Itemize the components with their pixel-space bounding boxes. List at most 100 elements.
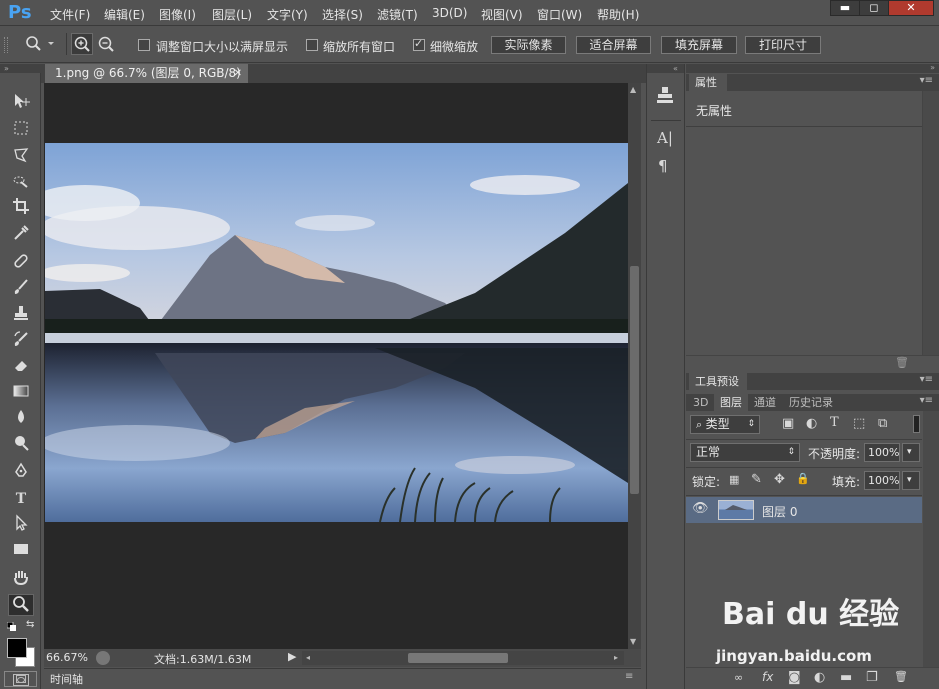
timeline-menu-icon[interactable]: ≡ bbox=[625, 671, 633, 682]
gradient-tool-icon[interactable] bbox=[8, 382, 34, 404]
zoom-out-icon[interactable] bbox=[96, 34, 116, 57]
menu-window[interactable]: 窗口(W) bbox=[537, 6, 582, 23]
opacity-input[interactable]: 100% bbox=[864, 443, 900, 462]
link-layers-icon[interactable]: ∞ bbox=[734, 671, 743, 684]
lasso-tool-icon[interactable] bbox=[8, 146, 34, 168]
status-menu-arrow-icon[interactable]: ▶ bbox=[288, 650, 296, 663]
minimize-button[interactable]: ▬ bbox=[830, 0, 860, 16]
document-tab[interactable]: 1.png @ 66.7% (图层 0, RGB/8) ✕ bbox=[45, 64, 248, 83]
menu-filter[interactable]: 滤镜(T) bbox=[377, 6, 418, 23]
properties-menu-icon[interactable]: ▾≡ bbox=[920, 75, 933, 86]
pen-tool-icon[interactable] bbox=[8, 462, 34, 484]
zoom-tool-preset-icon[interactable] bbox=[24, 34, 54, 57]
zoom-all-windows-checkbox[interactable] bbox=[306, 39, 318, 51]
tool-presets-menu-icon[interactable]: ▾≡ bbox=[920, 374, 933, 385]
smart-object-filter-icon[interactable]: ⧉ bbox=[878, 416, 887, 431]
menu-file[interactable]: 文件(F) bbox=[50, 6, 90, 23]
fill-screen-button[interactable]: 填充屏幕 bbox=[661, 36, 737, 54]
zoom-level[interactable]: 66.67% bbox=[46, 651, 88, 664]
lock-all-icon[interactable]: 🔒 bbox=[796, 472, 810, 485]
history-brush-tool-icon[interactable] bbox=[8, 330, 34, 352]
fill-input[interactable]: 100% bbox=[864, 471, 900, 490]
character-panel-icon[interactable]: A| bbox=[657, 129, 673, 147]
layers-scrollbar[interactable] bbox=[923, 411, 939, 667]
layer-style-icon[interactable]: fx bbox=[762, 670, 773, 684]
actual-pixels-button[interactable]: 实际像素 bbox=[491, 36, 566, 54]
clone-source-icon[interactable] bbox=[656, 86, 674, 108]
scrubby-zoom-checkbox[interactable] bbox=[413, 37, 425, 51]
menu-3d[interactable]: 3D(D) bbox=[432, 6, 467, 20]
new-group-icon[interactable]: ▬ bbox=[840, 670, 852, 685]
filter-toggle-switch[interactable] bbox=[913, 415, 920, 433]
timeline-tab[interactable]: 时间轴 bbox=[50, 671, 83, 687]
visibility-eye-icon[interactable]: 👁 bbox=[692, 501, 709, 516]
properties-tab[interactable]: 属性 bbox=[689, 74, 727, 91]
tool-presets-tab[interactable]: 工具预设 bbox=[689, 373, 747, 390]
zoom-in-icon[interactable] bbox=[71, 33, 93, 55]
shape-filter-icon[interactable]: ⬚ bbox=[853, 416, 865, 431]
collapse-panel-icon[interactable]: » bbox=[930, 63, 935, 72]
canvas-area[interactable] bbox=[44, 83, 628, 649]
type-tool-icon[interactable]: T bbox=[8, 488, 34, 510]
blur-tool-icon[interactable] bbox=[8, 408, 34, 430]
print-size-button[interactable]: 打印尺寸 bbox=[745, 36, 821, 54]
lock-position-icon[interactable]: ✥ bbox=[774, 472, 785, 487]
delete-layer-icon[interactable]: 🗑 bbox=[894, 670, 908, 683]
paragraph-panel-icon[interactable]: ¶ bbox=[658, 157, 668, 175]
type-filter-icon[interactable]: T bbox=[830, 415, 839, 430]
blend-mode-select[interactable]: 正常 ⇕ bbox=[690, 443, 800, 462]
hand-tool-icon[interactable] bbox=[8, 568, 34, 590]
add-mask-icon[interactable]: ◙ bbox=[788, 670, 801, 685]
expand-panels-icon[interactable]: « bbox=[647, 64, 684, 73]
tab-history[interactable]: 历史记录 bbox=[784, 394, 840, 411]
healing-brush-tool-icon[interactable] bbox=[8, 252, 34, 274]
horizontal-scrollbar[interactable]: ◂ ▸ bbox=[302, 651, 624, 665]
resize-windows-checkbox[interactable] bbox=[138, 39, 150, 51]
tab-channels[interactable]: 通道 bbox=[749, 394, 783, 411]
lock-transparent-pixels-icon[interactable]: ▦ bbox=[729, 473, 739, 486]
opacity-dropdown-icon[interactable]: ▾ bbox=[902, 443, 920, 462]
foreground-color-swatch[interactable] bbox=[7, 638, 27, 658]
clone-stamp-tool-icon[interactable] bbox=[8, 304, 34, 326]
pixel-filter-icon[interactable]: ▣ bbox=[782, 416, 794, 431]
eyedropper-tool-icon[interactable] bbox=[8, 224, 34, 246]
rectangle-tool-icon[interactable] bbox=[8, 540, 34, 562]
close-button[interactable]: ✕ bbox=[888, 0, 934, 16]
vertical-scroll-thumb[interactable] bbox=[630, 266, 639, 494]
marquee-tool-icon[interactable] bbox=[8, 119, 34, 141]
menu-select[interactable]: 选择(S) bbox=[322, 6, 363, 23]
adjustment-layer-icon[interactable]: ◐ bbox=[814, 670, 825, 685]
menu-view[interactable]: 视图(V) bbox=[481, 6, 523, 23]
properties-scrollbar[interactable] bbox=[923, 91, 939, 355]
scroll-right-icon[interactable]: ▸ bbox=[614, 653, 618, 662]
menu-edit[interactable]: 编辑(E) bbox=[104, 6, 145, 23]
maximize-button[interactable]: ◻ bbox=[859, 0, 889, 16]
collapse-toolbar-icon[interactable]: » bbox=[0, 64, 41, 73]
horizontal-scroll-thumb[interactable] bbox=[408, 653, 508, 663]
layer-filter-select[interactable]: ⌕ 类型 ⇕ bbox=[690, 415, 760, 434]
delete-icon[interactable]: 🗑 bbox=[895, 356, 909, 369]
scroll-down-icon[interactable]: ▼ bbox=[630, 637, 636, 646]
layer-row[interactable]: 👁 图层 0 bbox=[686, 497, 922, 523]
menu-type[interactable]: 文字(Y) bbox=[267, 6, 308, 23]
image-canvas[interactable] bbox=[45, 143, 628, 522]
adjustment-filter-icon[interactable]: ◐ bbox=[806, 416, 817, 431]
close-document-icon[interactable]: ✕ bbox=[234, 64, 242, 83]
swap-colors-icon[interactable]: ⇆ bbox=[26, 619, 34, 630]
scroll-up-icon[interactable]: ▲ bbox=[630, 85, 636, 94]
dodge-tool-icon[interactable] bbox=[8, 434, 34, 456]
menu-image[interactable]: 图像(I) bbox=[159, 6, 196, 23]
status-info-icon[interactable] bbox=[96, 651, 110, 665]
eraser-tool-icon[interactable] bbox=[8, 356, 34, 378]
zoom-tool-icon[interactable] bbox=[8, 594, 34, 616]
default-colors-icon[interactable] bbox=[6, 621, 17, 635]
new-layer-icon[interactable]: ❐ bbox=[866, 670, 878, 685]
screen-mode-icon[interactable] bbox=[4, 671, 37, 687]
fit-screen-button[interactable]: 适合屏幕 bbox=[576, 36, 651, 54]
move-tool-icon[interactable] bbox=[8, 92, 34, 114]
vertical-scrollbar[interactable]: ▲ ▼ bbox=[628, 83, 641, 649]
layers-menu-icon[interactable]: ▾≡ bbox=[920, 395, 933, 406]
brush-tool-icon[interactable] bbox=[8, 278, 34, 300]
layer-name[interactable]: 图层 0 bbox=[762, 503, 797, 520]
tab-3d[interactable]: 3D bbox=[689, 394, 713, 411]
